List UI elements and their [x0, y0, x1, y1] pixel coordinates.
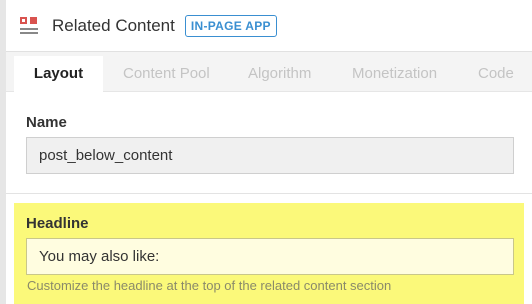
headline-help-text: Customize the headline at the top of the…: [27, 278, 392, 293]
headline-field[interactable]: You may also like:: [26, 238, 514, 275]
related-content-icon: [20, 16, 38, 35]
app-settings-panel: Related Content IN-PAGE APP Layout Conte…: [6, 0, 532, 304]
tab-code[interactable]: Code: [478, 56, 514, 92]
page-title: Related Content: [52, 15, 175, 35]
name-section: Name post_below_content: [6, 92, 532, 194]
headline-label: Headline: [26, 215, 89, 232]
panel-header: Related Content IN-PAGE APP: [6, 0, 532, 52]
tab-bar: Layout Content Pool Algorithm Monetizati…: [6, 52, 532, 92]
tab-content-pool[interactable]: Content Pool: [123, 56, 210, 92]
tab-layout[interactable]: Layout: [14, 56, 103, 92]
headline-section: Headline You may also like: Customize th…: [14, 203, 524, 304]
name-field[interactable]: post_below_content: [26, 137, 514, 174]
tab-monetization[interactable]: Monetization: [352, 56, 437, 92]
name-label: Name: [26, 114, 67, 131]
app-type-badge: IN-PAGE APP: [184, 14, 277, 37]
tab-algorithm[interactable]: Algorithm: [248, 56, 311, 92]
